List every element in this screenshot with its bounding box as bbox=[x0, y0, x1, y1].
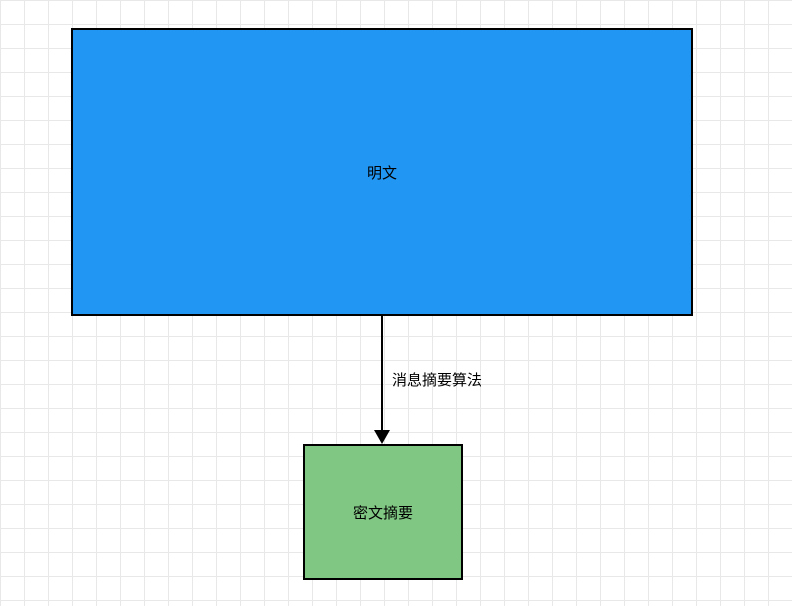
arrow-label: 消息摘要算法 bbox=[392, 369, 482, 390]
arrow-head-icon bbox=[374, 430, 390, 444]
plaintext-box: 明文 bbox=[71, 28, 693, 316]
arrow-line bbox=[381, 316, 383, 434]
ciphertext-digest-box: 密文摘要 bbox=[303, 444, 463, 580]
plaintext-label: 明文 bbox=[367, 162, 397, 183]
ciphertext-digest-label: 密文摘要 bbox=[353, 502, 413, 523]
